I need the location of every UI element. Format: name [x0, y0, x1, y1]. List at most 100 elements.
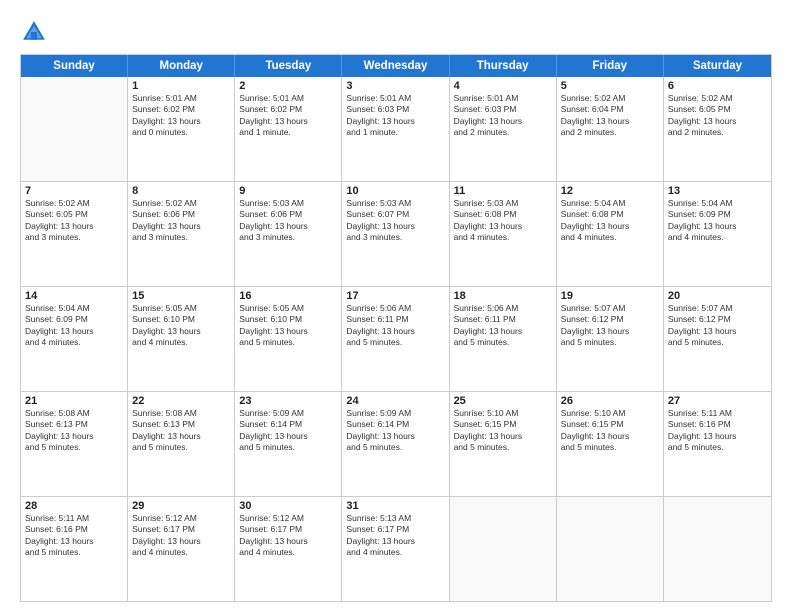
- table-row: 2Sunrise: 5:01 AMSunset: 6:02 PMDaylight…: [235, 77, 342, 181]
- cell-info: Sunrise: 5:07 AMSunset: 6:12 PMDaylight:…: [561, 303, 659, 349]
- col-header-friday: Friday: [557, 55, 664, 77]
- cell-info: Sunrise: 5:11 AMSunset: 6:16 PMDaylight:…: [25, 513, 123, 559]
- day-number: 24: [346, 395, 444, 407]
- cell-info: Sunrise: 5:05 AMSunset: 6:10 PMDaylight:…: [239, 303, 337, 349]
- table-row: 22Sunrise: 5:08 AMSunset: 6:13 PMDayligh…: [128, 392, 235, 496]
- table-row: [664, 497, 771, 601]
- day-number: 13: [668, 185, 767, 197]
- table-row: 11Sunrise: 5:03 AMSunset: 6:08 PMDayligh…: [450, 182, 557, 286]
- table-row: 25Sunrise: 5:10 AMSunset: 6:15 PMDayligh…: [450, 392, 557, 496]
- table-row: 29Sunrise: 5:12 AMSunset: 6:17 PMDayligh…: [128, 497, 235, 601]
- day-number: 2: [239, 80, 337, 92]
- col-header-wednesday: Wednesday: [342, 55, 449, 77]
- calendar-row-2: 14Sunrise: 5:04 AMSunset: 6:09 PMDayligh…: [21, 287, 771, 392]
- day-number: 14: [25, 290, 123, 302]
- col-header-saturday: Saturday: [664, 55, 771, 77]
- day-number: 30: [239, 500, 337, 512]
- day-number: 9: [239, 185, 337, 197]
- cell-info: Sunrise: 5:09 AMSunset: 6:14 PMDaylight:…: [239, 408, 337, 454]
- cell-info: Sunrise: 5:12 AMSunset: 6:17 PMDaylight:…: [132, 513, 230, 559]
- table-row: 24Sunrise: 5:09 AMSunset: 6:14 PMDayligh…: [342, 392, 449, 496]
- col-header-thursday: Thursday: [450, 55, 557, 77]
- day-number: 11: [454, 185, 552, 197]
- table-row: 31Sunrise: 5:13 AMSunset: 6:17 PMDayligh…: [342, 497, 449, 601]
- logo: [20, 18, 54, 46]
- table-row: 15Sunrise: 5:05 AMSunset: 6:10 PMDayligh…: [128, 287, 235, 391]
- cell-info: Sunrise: 5:10 AMSunset: 6:15 PMDaylight:…: [561, 408, 659, 454]
- table-row: 13Sunrise: 5:04 AMSunset: 6:09 PMDayligh…: [664, 182, 771, 286]
- day-number: 27: [668, 395, 767, 407]
- table-row: 5Sunrise: 5:02 AMSunset: 6:04 PMDaylight…: [557, 77, 664, 181]
- table-row: 12Sunrise: 5:04 AMSunset: 6:08 PMDayligh…: [557, 182, 664, 286]
- page: SundayMondayTuesdayWednesdayThursdayFrid…: [0, 0, 792, 612]
- col-header-monday: Monday: [128, 55, 235, 77]
- table-row: 8Sunrise: 5:02 AMSunset: 6:06 PMDaylight…: [128, 182, 235, 286]
- col-header-tuesday: Tuesday: [235, 55, 342, 77]
- table-row: 6Sunrise: 5:02 AMSunset: 6:05 PMDaylight…: [664, 77, 771, 181]
- day-number: 6: [668, 80, 767, 92]
- cell-info: Sunrise: 5:02 AMSunset: 6:06 PMDaylight:…: [132, 198, 230, 244]
- cell-info: Sunrise: 5:01 AMSunset: 6:03 PMDaylight:…: [346, 93, 444, 139]
- table-row: 10Sunrise: 5:03 AMSunset: 6:07 PMDayligh…: [342, 182, 449, 286]
- day-number: 28: [25, 500, 123, 512]
- cell-info: Sunrise: 5:05 AMSunset: 6:10 PMDaylight:…: [132, 303, 230, 349]
- table-row: 18Sunrise: 5:06 AMSunset: 6:11 PMDayligh…: [450, 287, 557, 391]
- calendar: SundayMondayTuesdayWednesdayThursdayFrid…: [20, 54, 772, 602]
- table-row: 19Sunrise: 5:07 AMSunset: 6:12 PMDayligh…: [557, 287, 664, 391]
- cell-info: Sunrise: 5:02 AMSunset: 6:05 PMDaylight:…: [25, 198, 123, 244]
- cell-info: Sunrise: 5:03 AMSunset: 6:07 PMDaylight:…: [346, 198, 444, 244]
- cell-info: Sunrise: 5:11 AMSunset: 6:16 PMDaylight:…: [668, 408, 767, 454]
- day-number: 1: [132, 80, 230, 92]
- col-header-sunday: Sunday: [21, 55, 128, 77]
- logo-icon: [20, 18, 48, 46]
- table-row: 17Sunrise: 5:06 AMSunset: 6:11 PMDayligh…: [342, 287, 449, 391]
- table-row: [450, 497, 557, 601]
- day-number: 8: [132, 185, 230, 197]
- cell-info: Sunrise: 5:04 AMSunset: 6:08 PMDaylight:…: [561, 198, 659, 244]
- day-number: 31: [346, 500, 444, 512]
- table-row: 20Sunrise: 5:07 AMSunset: 6:12 PMDayligh…: [664, 287, 771, 391]
- header: [20, 18, 772, 46]
- calendar-row-4: 28Sunrise: 5:11 AMSunset: 6:16 PMDayligh…: [21, 497, 771, 601]
- table-row: 3Sunrise: 5:01 AMSunset: 6:03 PMDaylight…: [342, 77, 449, 181]
- calendar-row-3: 21Sunrise: 5:08 AMSunset: 6:13 PMDayligh…: [21, 392, 771, 497]
- table-row: 4Sunrise: 5:01 AMSunset: 6:03 PMDaylight…: [450, 77, 557, 181]
- cell-info: Sunrise: 5:08 AMSunset: 6:13 PMDaylight:…: [132, 408, 230, 454]
- cell-info: Sunrise: 5:04 AMSunset: 6:09 PMDaylight:…: [668, 198, 767, 244]
- table-row: 1Sunrise: 5:01 AMSunset: 6:02 PMDaylight…: [128, 77, 235, 181]
- day-number: 3: [346, 80, 444, 92]
- day-number: 17: [346, 290, 444, 302]
- table-row: 7Sunrise: 5:02 AMSunset: 6:05 PMDaylight…: [21, 182, 128, 286]
- day-number: 7: [25, 185, 123, 197]
- table-row: [21, 77, 128, 181]
- table-row: 27Sunrise: 5:11 AMSunset: 6:16 PMDayligh…: [664, 392, 771, 496]
- cell-info: Sunrise: 5:13 AMSunset: 6:17 PMDaylight:…: [346, 513, 444, 559]
- cell-info: Sunrise: 5:12 AMSunset: 6:17 PMDaylight:…: [239, 513, 337, 559]
- cell-info: Sunrise: 5:02 AMSunset: 6:05 PMDaylight:…: [668, 93, 767, 139]
- table-row: 28Sunrise: 5:11 AMSunset: 6:16 PMDayligh…: [21, 497, 128, 601]
- day-number: 12: [561, 185, 659, 197]
- day-number: 4: [454, 80, 552, 92]
- day-number: 29: [132, 500, 230, 512]
- cell-info: Sunrise: 5:03 AMSunset: 6:06 PMDaylight:…: [239, 198, 337, 244]
- day-number: 19: [561, 290, 659, 302]
- day-number: 22: [132, 395, 230, 407]
- cell-info: Sunrise: 5:08 AMSunset: 6:13 PMDaylight:…: [25, 408, 123, 454]
- cell-info: Sunrise: 5:03 AMSunset: 6:08 PMDaylight:…: [454, 198, 552, 244]
- table-row: 14Sunrise: 5:04 AMSunset: 6:09 PMDayligh…: [21, 287, 128, 391]
- table-row: 21Sunrise: 5:08 AMSunset: 6:13 PMDayligh…: [21, 392, 128, 496]
- cell-info: Sunrise: 5:06 AMSunset: 6:11 PMDaylight:…: [454, 303, 552, 349]
- day-number: 5: [561, 80, 659, 92]
- cell-info: Sunrise: 5:06 AMSunset: 6:11 PMDaylight:…: [346, 303, 444, 349]
- table-row: 26Sunrise: 5:10 AMSunset: 6:15 PMDayligh…: [557, 392, 664, 496]
- day-number: 23: [239, 395, 337, 407]
- day-number: 25: [454, 395, 552, 407]
- day-number: 21: [25, 395, 123, 407]
- calendar-row-0: 1Sunrise: 5:01 AMSunset: 6:02 PMDaylight…: [21, 77, 771, 182]
- day-number: 18: [454, 290, 552, 302]
- cell-info: Sunrise: 5:04 AMSunset: 6:09 PMDaylight:…: [25, 303, 123, 349]
- cell-info: Sunrise: 5:09 AMSunset: 6:14 PMDaylight:…: [346, 408, 444, 454]
- cell-info: Sunrise: 5:01 AMSunset: 6:02 PMDaylight:…: [132, 93, 230, 139]
- table-row: [557, 497, 664, 601]
- cell-info: Sunrise: 5:07 AMSunset: 6:12 PMDaylight:…: [668, 303, 767, 349]
